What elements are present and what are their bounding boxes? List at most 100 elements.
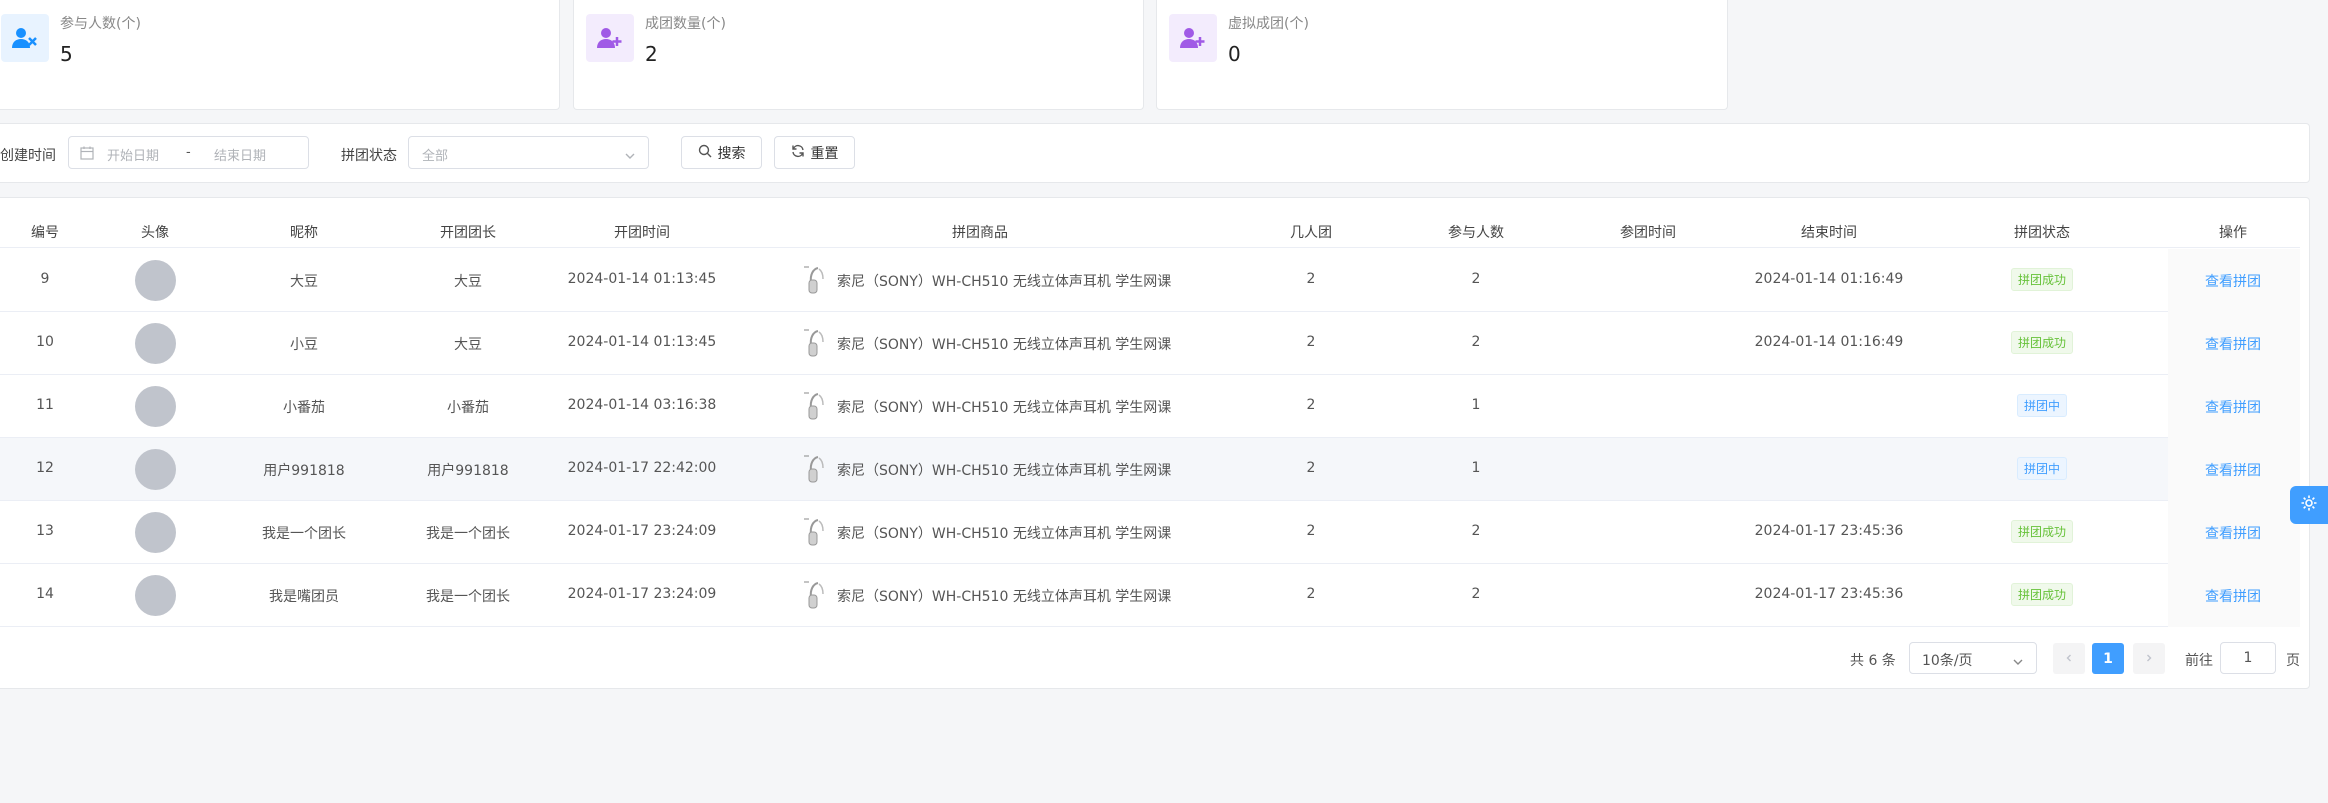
- col-header-status: 拼团状态: [2014, 225, 2070, 241]
- table-header: 编号 头像 昵称 开团团长 开团时间 拼团商品 几人团 参与人数 参团时间 结束…: [0, 212, 2300, 248]
- view-group-link[interactable]: 查看拼团: [2205, 460, 2261, 480]
- goods-name: 索尼（SONY）WH-CH510 无线立体声耳机 学生网课: [837, 337, 1172, 353]
- table-row: 14 我是嘴团员 我是一个团长 2024-01-17 23:24:09 2 2 2024-0…: [0, 564, 2300, 627]
- goods-cell: 索尼（SONY）WH-CH510 无线立体声耳机 学生网课: [803, 326, 1171, 362]
- goto-label: 前往: [2185, 653, 2213, 669]
- cell-leader: 我是一个团长: [426, 589, 510, 605]
- col-header-avatar: 头像: [141, 225, 169, 241]
- search-icon: [698, 144, 712, 162]
- cell-open-time: 2024-01-17 22:42:00: [567, 460, 717, 476]
- view-group-link[interactable]: 查看拼团: [2205, 523, 2261, 543]
- cell-group-size: 2: [1306, 334, 1316, 350]
- status-select[interactable]: 全部: [408, 136, 649, 169]
- cell-id: 13: [36, 523, 54, 539]
- avatar: [135, 449, 176, 490]
- cell-leader: 大豆: [454, 274, 482, 290]
- stat-label: 虚拟成团(个): [1228, 16, 1309, 32]
- prev-page-button[interactable]: [2053, 643, 2085, 674]
- goods-cell: 索尼（SONY）WH-CH510 无线立体声耳机 学生网课: [803, 578, 1171, 614]
- chevron-right-icon: [2144, 651, 2154, 667]
- view-group-link[interactable]: 查看拼团: [2205, 334, 2261, 354]
- pagination-total: 共 6 条: [1850, 653, 1896, 669]
- headphone-thumbnail-icon: [803, 517, 827, 549]
- col-header-id: 编号: [31, 225, 59, 241]
- user-add-icon: [1169, 14, 1217, 62]
- cell-nickname: 我是一个团长: [262, 526, 346, 542]
- chevron-down-icon: [2012, 653, 2024, 672]
- status-badge: 拼团成功: [2010, 520, 2074, 543]
- cell-open-time: 2024-01-17 23:24:09: [567, 523, 717, 539]
- cell-open-time: 2024-01-14 03:16:38: [567, 397, 717, 413]
- goods-name: 索尼（SONY）WH-CH510 无线立体声耳机 学生网课: [837, 400, 1172, 416]
- user-x-icon: [1, 14, 49, 62]
- table-row: 10 小豆 大豆 2024-01-14 01:13:45 2 2 2024-01-14 01…: [0, 312, 2300, 375]
- chevron-down-icon: [624, 147, 636, 166]
- table-row: 12 用户991818 用户991818 2024-01-17 22:42:00 2 1 …: [0, 438, 2300, 501]
- settings-float-button[interactable]: [2290, 486, 2328, 524]
- page-number-current[interactable]: 1: [2092, 643, 2124, 674]
- status-badge: 拼团成功: [2010, 268, 2074, 291]
- stat-label: 成团数量(个): [645, 16, 726, 32]
- start-date-input[interactable]: 开始日期: [107, 145, 159, 164]
- col-header-action: 操作: [2219, 225, 2247, 241]
- status-filter-label: 拼团状态: [341, 148, 397, 164]
- status-badge: 拼团成功: [2010, 583, 2074, 606]
- view-group-link[interactable]: 查看拼团: [2205, 397, 2261, 417]
- cell-leader: 我是一个团长: [426, 526, 510, 542]
- view-group-link[interactable]: 查看拼团: [2205, 586, 2261, 606]
- cell-id: 14: [36, 586, 54, 602]
- col-header-join-time: 参团时间: [1620, 225, 1676, 241]
- cell-id: 9: [40, 271, 50, 287]
- avatar: [135, 260, 176, 301]
- next-page-button[interactable]: [2133, 643, 2165, 674]
- cell-participants: 2: [1471, 523, 1481, 539]
- cell-id: 12: [36, 460, 54, 476]
- created-time-label: 创建时间: [0, 148, 56, 164]
- end-date-input[interactable]: 结束日期: [214, 145, 266, 164]
- headphone-thumbnail-icon: [803, 391, 827, 423]
- col-header-group-size: 几人团: [1290, 225, 1332, 241]
- goods-cell: 索尼（SONY）WH-CH510 无线立体声耳机 学生网课: [803, 452, 1171, 488]
- goto-page-input[interactable]: [2220, 642, 2276, 674]
- cell-group-size: 2: [1306, 271, 1316, 287]
- cell-group-size: 2: [1306, 586, 1316, 602]
- stat-value: 2: [645, 42, 658, 66]
- goods-cell: 索尼（SONY）WH-CH510 无线立体声耳机 学生网课: [803, 389, 1171, 425]
- refresh-icon: [791, 144, 805, 162]
- status-badge: 拼团中: [2016, 394, 2068, 417]
- goods-name: 索尼（SONY）WH-CH510 无线立体声耳机 学生网课: [837, 589, 1172, 605]
- reset-button[interactable]: 重置: [774, 136, 855, 169]
- cell-leader: 用户991818: [427, 463, 509, 479]
- cell-group-size: 2: [1306, 460, 1316, 476]
- table-row: 9 大豆 大豆 2024-01-14 01:13:45 2 2 2024-01-14 01:…: [0, 249, 2300, 312]
- cell-nickname: 小番茄: [283, 400, 325, 416]
- cell-end-time: 2024-01-14 01:16:49: [1754, 334, 1904, 350]
- headphone-thumbnail-icon: [803, 454, 827, 486]
- goods-name: 索尼（SONY）WH-CH510 无线立体声耳机 学生网课: [837, 274, 1172, 290]
- search-button[interactable]: 搜索: [681, 136, 762, 169]
- user-add-icon: [586, 14, 634, 62]
- cell-participants: 1: [1471, 460, 1481, 476]
- cell-participants: 2: [1471, 271, 1481, 287]
- view-group-link[interactable]: 查看拼团: [2205, 271, 2261, 291]
- stat-card-virtual-groups: 虚拟成团(个) 0: [1156, 0, 1728, 110]
- stats-row: 参与人数(个) 5 成团数量(个) 2 虚拟成团(个) 0: [0, 0, 1728, 110]
- calendar-icon: [80, 145, 94, 164]
- cell-group-size: 2: [1306, 397, 1316, 413]
- stat-value: 5: [60, 42, 73, 66]
- date-range-picker[interactable]: 开始日期 - 结束日期: [68, 136, 309, 169]
- gear-icon: [2300, 494, 2318, 516]
- goods-cell: 索尼（SONY）WH-CH510 无线立体声耳机 学生网课: [803, 515, 1171, 551]
- page-size-select[interactable]: 10条/页: [1909, 642, 2037, 674]
- avatar: [135, 323, 176, 364]
- status-badge: 拼团成功: [2010, 331, 2074, 354]
- headphone-thumbnail-icon: [803, 265, 827, 297]
- page-size-value: 10条/页: [1922, 653, 1973, 669]
- col-header-open-time: 开团时间: [614, 225, 670, 241]
- cell-participants: 1: [1471, 397, 1481, 413]
- cell-id: 11: [36, 397, 54, 413]
- table-row: 13 我是一个团长 我是一个团长 2024-01-17 23:24:09 2 2 2024-…: [0, 501, 2300, 564]
- cell-end-time: 2024-01-17 23:45:36: [1754, 523, 1904, 539]
- search-button-label: 搜索: [717, 145, 746, 162]
- avatar: [135, 575, 176, 616]
